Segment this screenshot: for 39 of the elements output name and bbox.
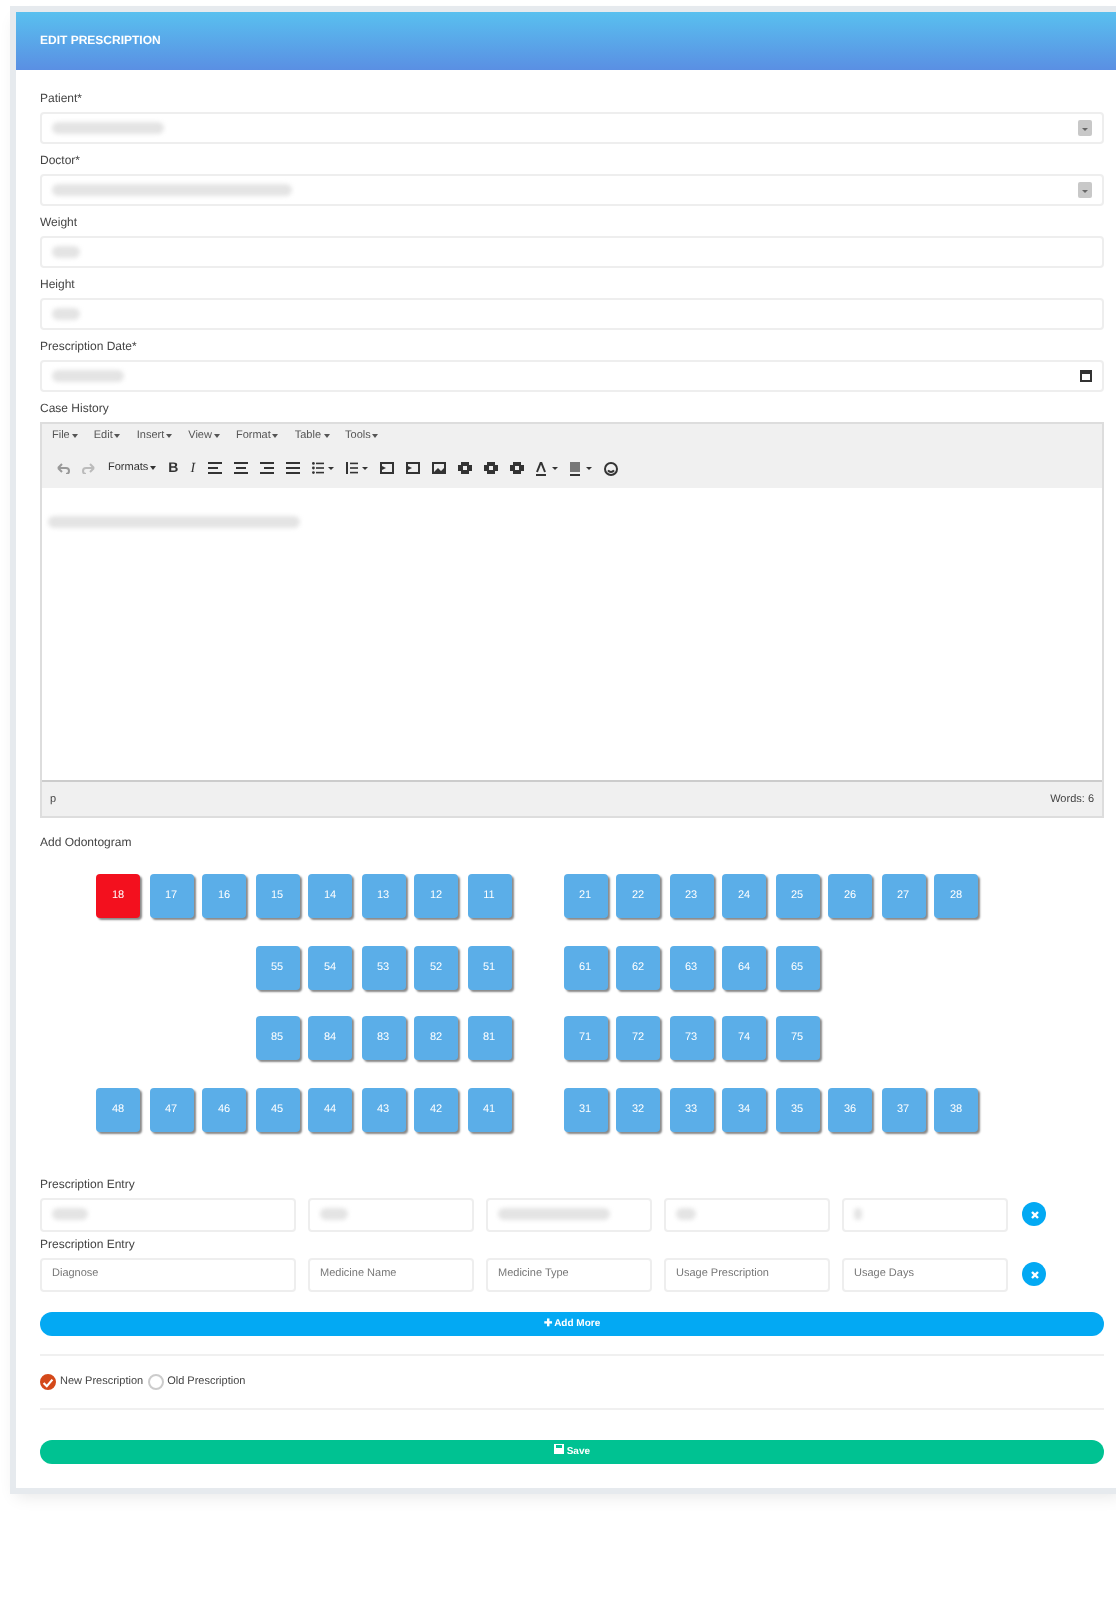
calendar-icon — [1080, 370, 1092, 382]
select-field[interactable] — [40, 112, 1104, 144]
input-field[interactable] — [40, 236, 1104, 268]
select-field[interactable] — [40, 174, 1104, 206]
input-field[interactable] — [308, 1197, 474, 1231]
text-color-icon[interactable] — [535, 461, 558, 475]
align-center-icon[interactable] — [233, 462, 248, 474]
caret-icon — [150, 466, 157, 470]
align-right-icon[interactable] — [259, 462, 274, 474]
image-icon[interactable] — [431, 462, 446, 474]
emoticon-icon[interactable] — [603, 461, 618, 475]
indent-icon[interactable] — [405, 462, 420, 474]
caret-icon — [166, 434, 173, 438]
bullet-list-icon[interactable] — [311, 462, 334, 474]
numbered-list-icon[interactable] — [345, 462, 368, 474]
align-left-icon[interactable] — [207, 462, 222, 474]
caret-icon — [372, 434, 379, 438]
input-field[interactable] — [40, 1197, 296, 1231]
outdent-icon[interactable] — [379, 462, 394, 474]
remove-button[interactable] — [1022, 1202, 1046, 1226]
input-field[interactable] — [842, 1197, 1008, 1231]
caret-icon — [1078, 120, 1092, 136]
caret-icon — [323, 434, 330, 438]
highlight-color-icon[interactable] — [569, 461, 592, 475]
floppy-disk-icon — [553, 1444, 564, 1454]
input-field[interactable] — [40, 298, 1104, 330]
input-field[interactable] — [664, 1197, 830, 1231]
justify-icon[interactable] — [285, 462, 300, 474]
remove-button[interactable] — [1022, 1262, 1046, 1286]
caret-icon — [213, 434, 220, 438]
caret-icon — [114, 434, 121, 438]
checkmark-icon — [42, 1377, 54, 1387]
caret-icon — [71, 434, 78, 438]
close-icon — [1029, 1209, 1039, 1219]
input-field[interactable] — [486, 1197, 652, 1231]
date-field[interactable] — [40, 360, 1104, 392]
caret-icon — [1078, 182, 1092, 198]
caret-icon — [272, 434, 279, 438]
close-icon — [1029, 1269, 1039, 1279]
